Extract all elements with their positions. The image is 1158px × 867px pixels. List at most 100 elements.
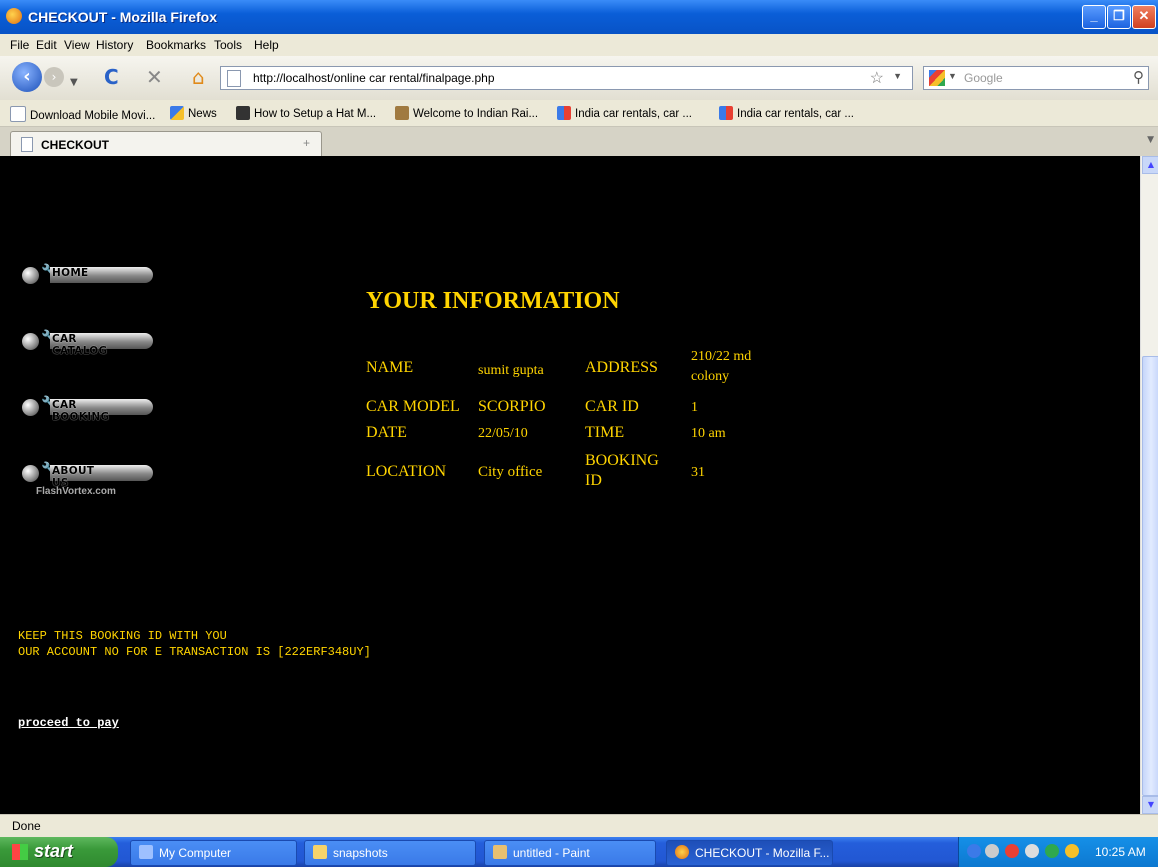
scroll-up-icon[interactable]: ▲ bbox=[1142, 156, 1158, 174]
scroll-down-icon[interactable]: ▼ bbox=[1142, 796, 1158, 814]
url-text: http://localhost/online car rental/final… bbox=[253, 71, 495, 85]
search-icon[interactable]: ⚲ bbox=[1133, 68, 1144, 86]
taskbar-item-label: My Computer bbox=[159, 846, 232, 860]
forward-button[interactable]: › bbox=[44, 67, 64, 87]
search-placeholder: Google bbox=[964, 71, 1003, 85]
back-button[interactable]: ‹ bbox=[12, 62, 42, 92]
site-icon bbox=[557, 106, 571, 120]
taskbar-item-label: untitled - Paint bbox=[513, 846, 590, 860]
new-tab-icon[interactable]: + bbox=[303, 136, 310, 150]
wrench-icon: 🔧 bbox=[41, 396, 58, 418]
minimize-button[interactable]: _ bbox=[1082, 5, 1106, 29]
reload-icon[interactable]: C bbox=[104, 66, 119, 88]
tab-title: CHECKOUT bbox=[41, 138, 109, 152]
bookmark-item[interactable]: How to Setup a Hat M... bbox=[236, 106, 376, 120]
menu-tools[interactable]: Tools bbox=[214, 38, 242, 52]
url-bar[interactable]: http://localhost/online car rental/final… bbox=[220, 66, 913, 90]
time-value: 10 am bbox=[691, 426, 726, 441]
ball-icon bbox=[22, 267, 39, 284]
page-icon bbox=[10, 106, 26, 122]
bookmark-item[interactable]: India car rentals, car ... bbox=[719, 106, 854, 120]
url-dropdown-icon[interactable]: ▼ bbox=[893, 71, 902, 81]
tab-strip: CHECKOUT + ▼ bbox=[0, 127, 1158, 157]
menu-edit[interactable]: Edit bbox=[36, 38, 57, 52]
home-icon[interactable]: ⌂ bbox=[192, 66, 205, 88]
tab-list-icon[interactable]: ▼ bbox=[1147, 135, 1154, 145]
system-tray: 10:25 AM bbox=[958, 837, 1158, 867]
car-id-label: CAR ID bbox=[585, 398, 639, 415]
taskbar-item-snapshots[interactable]: snapshots bbox=[304, 840, 476, 866]
google-engine-icon[interactable] bbox=[929, 70, 945, 86]
firefox-logo-icon bbox=[675, 845, 689, 859]
tray-messenger-icon[interactable] bbox=[1025, 844, 1039, 858]
taskbar-item-label: snapshots bbox=[333, 846, 388, 860]
address-label: ADDRESS bbox=[585, 359, 658, 376]
wrench-icon: 🔧 bbox=[41, 264, 58, 286]
close-button[interactable]: ✕ bbox=[1132, 5, 1156, 29]
start-label: start bbox=[34, 841, 74, 861]
maximize-button[interactable]: ❐ bbox=[1107, 5, 1131, 29]
windows-flag-icon bbox=[12, 844, 28, 860]
name-label: NAME bbox=[366, 359, 414, 376]
car-booking-label: CAR BOOKING bbox=[52, 399, 110, 423]
booking-id-label-line2: ID bbox=[585, 472, 602, 489]
navigation-toolbar: ‹ › ▼ C ✕ ⌂ http://localhost/online car … bbox=[0, 56, 1158, 100]
scroll-thumb[interactable] bbox=[1142, 356, 1158, 796]
bookmark-item[interactable]: India car rentals, car ... bbox=[557, 106, 692, 120]
bookmark-item[interactable]: News bbox=[170, 106, 217, 120]
notice-account-number: OUR ACCOUNT NO FOR E TRANSACTION IS [222… bbox=[18, 645, 371, 659]
tab-checkout[interactable]: CHECKOUT + bbox=[10, 131, 322, 157]
address-value-line1: 210/22 md bbox=[691, 349, 752, 364]
engine-dropdown-icon[interactable]: ▼ bbox=[948, 71, 957, 81]
history-dropdown-icon[interactable]: ▼ bbox=[70, 72, 78, 94]
location-label: LOCATION bbox=[366, 463, 446, 480]
site-icon bbox=[719, 106, 733, 120]
bookmark-item[interactable]: Download Mobile Movi... bbox=[10, 106, 155, 122]
booking-id-label-line1: BOOKING bbox=[585, 452, 659, 469]
vertical-scrollbar[interactable]: ▲ ▼ bbox=[1140, 156, 1158, 814]
page-content: 🔧 HOME 🔧 CAR CATALOG 🔧 CAR BOOKING 🔧 ABO… bbox=[0, 156, 1140, 814]
page-icon bbox=[21, 137, 33, 152]
page-icon bbox=[227, 70, 241, 87]
time-label: TIME bbox=[585, 424, 625, 441]
window-title: CHECKOUT - Mozilla Firefox bbox=[28, 9, 218, 25]
menu-history[interactable]: History bbox=[96, 38, 133, 52]
tray-security-icon[interactable] bbox=[1005, 844, 1019, 858]
booking-id-value: 31 bbox=[691, 465, 705, 480]
status-bar: Done bbox=[0, 814, 1158, 837]
menu-file[interactable]: File bbox=[10, 38, 29, 52]
status-text: Done bbox=[12, 819, 41, 833]
search-box[interactable]: ▼ Google ⚲ bbox=[923, 66, 1149, 90]
bookmarks-toolbar: Download Mobile Movi... News How to Setu… bbox=[0, 100, 1158, 127]
car-model-value: SCORPIO bbox=[478, 398, 546, 415]
paint-icon bbox=[493, 845, 507, 859]
car-model-label: CAR MODEL bbox=[366, 398, 460, 415]
bookmark-star-icon[interactable]: ☆ bbox=[870, 68, 884, 88]
start-button[interactable]: start bbox=[0, 837, 118, 867]
taskbar-item-my-computer[interactable]: My Computer bbox=[130, 840, 297, 866]
tray-app-icon[interactable] bbox=[1065, 844, 1079, 858]
date-label: DATE bbox=[366, 424, 407, 441]
tray-arrow-icon[interactable] bbox=[967, 844, 981, 858]
proceed-to-pay-link[interactable]: proceed to pay bbox=[18, 716, 119, 730]
ball-icon bbox=[22, 399, 39, 416]
tray-network-icon[interactable] bbox=[985, 844, 999, 858]
folder-icon bbox=[313, 845, 327, 859]
home-label: HOME bbox=[52, 267, 89, 279]
tray-app-icon[interactable] bbox=[1045, 844, 1059, 858]
bookmark-item[interactable]: Welcome to Indian Rai... bbox=[395, 106, 538, 120]
ball-icon bbox=[22, 333, 39, 350]
taskbar-item-paint[interactable]: untitled - Paint bbox=[484, 840, 656, 866]
google-news-icon bbox=[170, 106, 184, 120]
taskbar-item-firefox[interactable]: CHECKOUT - Mozilla F... bbox=[666, 840, 833, 866]
menu-help[interactable]: Help bbox=[254, 38, 279, 52]
taskbar-item-label: CHECKOUT - Mozilla F... bbox=[695, 846, 830, 860]
computer-icon bbox=[139, 845, 153, 859]
flashvortex-watermark: FlashVortex.com bbox=[36, 486, 116, 497]
wrench-icon: 🔧 bbox=[41, 462, 58, 484]
ball-icon bbox=[22, 465, 39, 482]
car-catalog-label: CAR CATALOG bbox=[52, 333, 108, 357]
stop-icon[interactable]: ✕ bbox=[146, 66, 163, 88]
menu-bookmarks[interactable]: Bookmarks bbox=[146, 38, 206, 52]
menu-view[interactable]: View bbox=[64, 38, 90, 52]
